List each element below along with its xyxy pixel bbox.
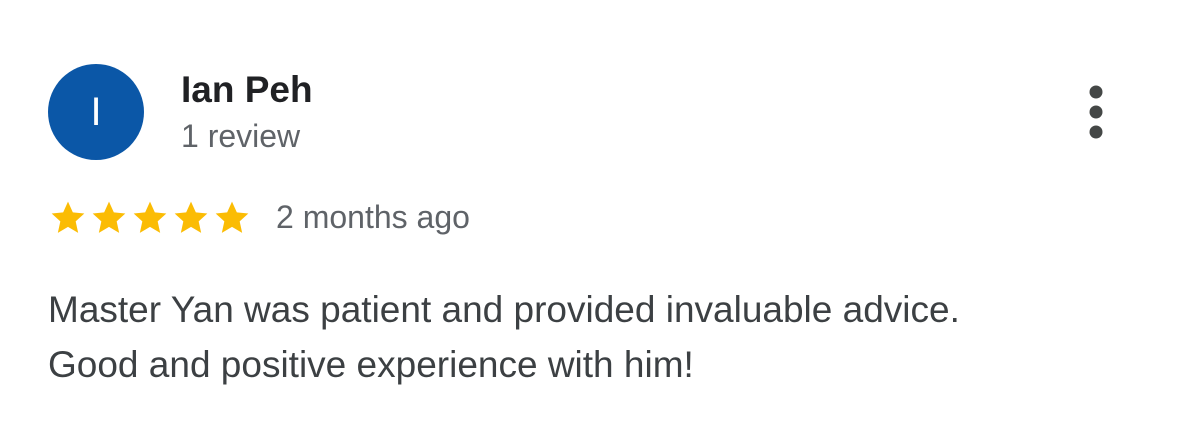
star-icon <box>133 201 167 233</box>
star-icon <box>92 201 126 233</box>
reviewer-name[interactable]: Ian Peh <box>181 68 313 112</box>
star-icon <box>215 201 249 233</box>
review-text-line: Good and positive experience with him! <box>48 344 694 385</box>
avatar[interactable]: I <box>48 64 144 160</box>
star-icon <box>174 201 208 233</box>
review-count[interactable]: 1 review <box>181 116 300 156</box>
star-icon <box>51 201 85 233</box>
review-card: I Ian Peh 1 review 2 months ago Master Y… <box>0 0 1179 446</box>
review-text: Master Yan was patient and provided inva… <box>48 282 1148 392</box>
more-options-button[interactable] <box>1076 80 1116 144</box>
star-rating <box>48 198 253 238</box>
avatar-initial: I <box>90 90 102 134</box>
more-vert-icon <box>1089 85 1103 139</box>
review-time: 2 months ago <box>276 199 470 235</box>
review-text-line: Master Yan was patient and provided inva… <box>48 289 960 330</box>
